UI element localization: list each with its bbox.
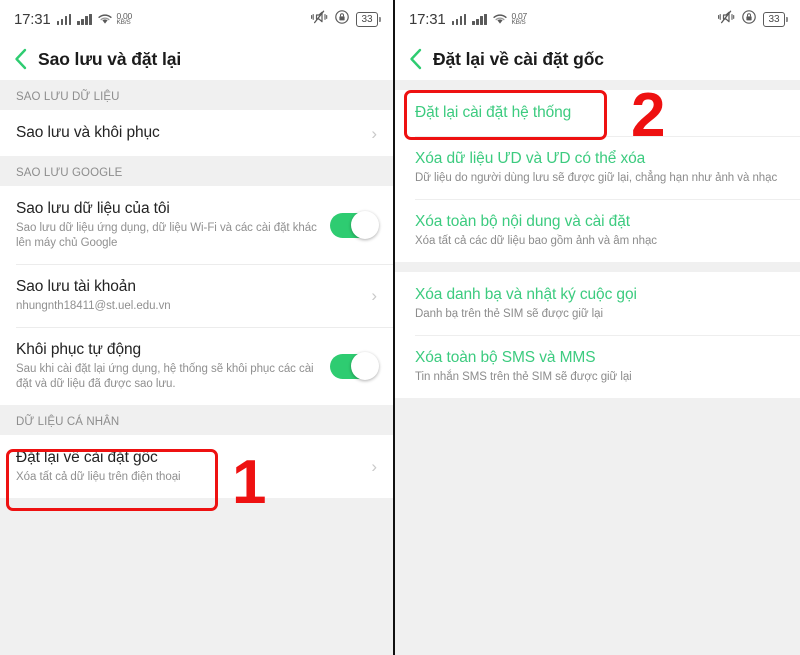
signal-bars-icon [472, 13, 487, 25]
option-title: Đặt lại cài đặt hệ thống [415, 104, 572, 121]
list-item-subtitle: Xóa tất cả dữ liệu trên điện thoại [16, 471, 181, 483]
status-bar-right: 33 [711, 9, 788, 29]
status-time: 17:31 [409, 10, 446, 28]
group-google-backup: Sao lưu dữ liệu của tôi Sao lưu dữ liệu … [0, 186, 393, 405]
app-bar: Sao lưu và đặt lại [0, 38, 393, 80]
battery-icon: 33 [356, 11, 381, 27]
option-title: Xóa dữ liệu ƯD và ƯD có thể xóa [415, 150, 646, 167]
empty-space [395, 398, 800, 655]
option-reset-system-settings[interactable]: Đặt lại cài đặt hệ thống [395, 90, 800, 136]
section-header-backup-data: SAO LƯU DỮ LIỆU [0, 80, 393, 110]
signal-bars-icon [451, 13, 467, 25]
battery-level: 33 [763, 11, 785, 27]
signal-bars-icon [56, 13, 72, 25]
chevron-right-icon: › [371, 123, 377, 143]
status-time: 17:31 [14, 10, 51, 28]
list-item-auto-restore[interactable]: Khôi phục tự động Sau khi cài đặt lại ứn… [0, 327, 393, 405]
phone-screen-backup-and-reset: 17:31 0.00 KB/S 33 Sao lưu và đặt lại SA… [0, 0, 395, 655]
group-personal-data: Đặt lại về cài đặt gốc Xóa tất cả dữ liệ… [0, 435, 393, 498]
wifi-icon [97, 13, 112, 25]
vibrate-mute-icon [718, 10, 735, 29]
chevron-right-icon: › [371, 286, 377, 305]
screenshot-root: 17:31 0.00 KB/S 33 Sao lưu và đặt lại SA… [0, 0, 800, 655]
list-item-subtitle: Sau khi cài đặt lại ứng dụng, hệ thống s… [16, 363, 314, 390]
network-speed-unit: KB/S [511, 19, 526, 26]
list-item-backup-restore[interactable]: Sao lưu và khôi phục › [0, 110, 393, 156]
chevron-right-icon: › [371, 457, 377, 476]
option-title: Xóa toàn bộ nội dung và cài đặt [415, 213, 630, 230]
option-subtitle: Xóa tất cả các dữ liệu bao gồm ảnh và âm… [415, 235, 657, 247]
toggle-backup-my-data[interactable] [330, 211, 379, 239]
option-subtitle: Danh bạ trên thẻ SIM sẽ được giữ lại [415, 308, 603, 320]
group-backup-data: Sao lưu và khôi phục › [0, 110, 393, 156]
network-speed-indicator: 0.00 KB/S [116, 11, 133, 27]
list-item-title: Sao lưu tài khoản [16, 278, 136, 295]
vibrate-mute-icon [311, 10, 328, 29]
list-item-title: Khôi phục tự động [16, 341, 142, 358]
list-item-title: Sao lưu và khôi phục [16, 124, 160, 141]
option-erase-all-content[interactable]: Xóa toàn bộ nội dung và cài đặt Xóa tất … [395, 199, 800, 262]
list-item-title: Sao lưu dữ liệu của tôi [16, 200, 170, 217]
option-erase-contacts-calllog[interactable]: Xóa danh bạ và nhật ký cuộc gọi Danh bạ … [395, 272, 800, 335]
page-title: Đặt lại về cài đặt gốc [433, 48, 604, 69]
phone-screen-factory-reset: 17:31 0.07 KB/S 33 Đặt lại về cài đặt gố… [395, 0, 800, 655]
signal-bars-icon [77, 13, 92, 25]
settings-list: SAO LƯU DỮ LIỆU Sao lưu và khôi phục › S… [0, 80, 393, 498]
network-speed-indicator: 0.07 KB/S [511, 11, 528, 27]
app-bar: Đặt lại về cài đặt gốc [395, 38, 800, 80]
battery-icon: 33 [763, 11, 788, 27]
list-gap [395, 262, 800, 272]
screen-lock-icon [335, 9, 349, 29]
network-speed-unit: KB/S [116, 19, 131, 26]
list-item-subtitle: Sao lưu dữ liệu ứng dụng, dữ liệu Wi-Fi … [16, 222, 317, 249]
list-item-title: Đặt lại về cài đặt gốc [16, 449, 158, 466]
list-gap [395, 80, 800, 90]
battery-level: 33 [356, 11, 378, 27]
back-chevron-icon[interactable] [405, 48, 427, 70]
option-title: Xóa toàn bộ SMS và MMS [415, 349, 596, 366]
status-bar-left: 17:31 0.00 KB/S [14, 11, 132, 28]
status-bar-right: 33 [304, 9, 381, 29]
toggle-auto-restore[interactable] [330, 352, 379, 380]
reset-options-list: Đặt lại cài đặt hệ thống Xóa dữ liệu ƯD … [395, 80, 800, 398]
status-bar-left: 17:31 0.07 KB/S [409, 11, 527, 28]
list-item-backup-my-data[interactable]: Sao lưu dữ liệu của tôi Sao lưu dữ liệu … [0, 186, 393, 264]
option-subtitle: Dữ liệu do người dùng lưu sẽ được giữ lạ… [415, 172, 778, 184]
page-title: Sao lưu và đặt lại [38, 48, 182, 69]
list-item-backup-account[interactable]: Sao lưu tài khoản nhungnth18411@st.uel.e… [0, 264, 393, 327]
section-header-personal-data: DỮ LIỆU CÁ NHÂN [0, 405, 393, 435]
status-bar: 17:31 0.07 KB/S 33 [395, 0, 800, 38]
section-header-google-backup: SAO LƯU GOOGLE [0, 156, 393, 186]
option-title: Xóa danh bạ và nhật ký cuộc gọi [415, 286, 637, 303]
screen-lock-icon [742, 9, 756, 29]
wifi-icon [492, 13, 507, 25]
list-item-subtitle: nhungnth18411@st.uel.edu.vn [16, 300, 171, 312]
option-subtitle: Tin nhắn SMS trên thẻ SIM sẽ được giữ lạ… [415, 371, 632, 383]
list-item-factory-reset[interactable]: Đặt lại về cài đặt gốc Xóa tất cả dữ liệ… [0, 435, 393, 498]
option-erase-app-data[interactable]: Xóa dữ liệu ƯD và ƯD có thể xóa Dữ liệu … [395, 136, 800, 199]
empty-space [0, 498, 393, 655]
option-erase-sms-mms[interactable]: Xóa toàn bộ SMS và MMS Tin nhắn SMS trên… [395, 335, 800, 398]
back-chevron-icon[interactable] [10, 48, 32, 70]
status-bar: 17:31 0.00 KB/S 33 [0, 0, 393, 38]
